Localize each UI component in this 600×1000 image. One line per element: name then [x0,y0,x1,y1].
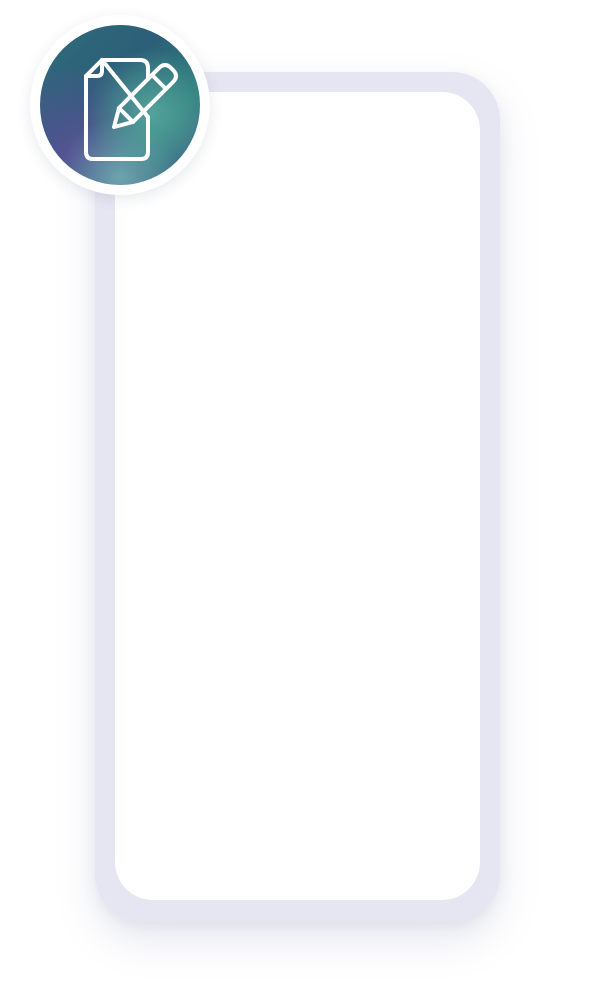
phone-screen [115,92,480,900]
document-edit-icon [84,58,178,161]
phone-frame [95,72,500,922]
stage [0,0,600,1000]
badge-circle [40,25,200,185]
feature-badge [30,15,210,195]
